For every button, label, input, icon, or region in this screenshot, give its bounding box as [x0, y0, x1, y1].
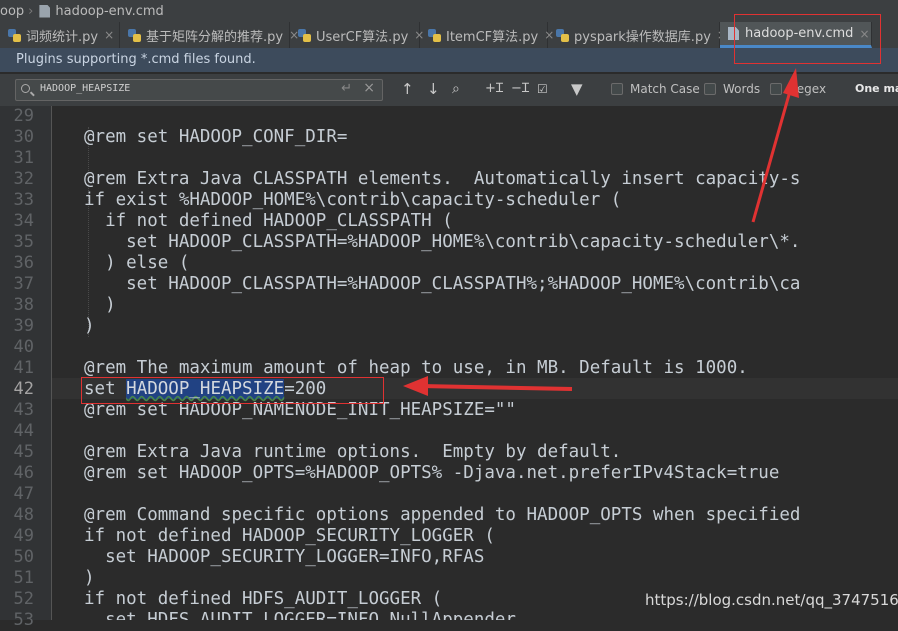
code-editor[interactable]: @rem set HADOOP_CONF_DIR= @rem Extra Java…: [52, 106, 898, 620]
find-all-icon[interactable]: ⌕: [452, 80, 460, 98]
breadcrumb-file[interactable]: hadoop-env.cmd: [55, 4, 163, 19]
breadcrumb-separator: ›: [28, 3, 34, 19]
line-number: 41: [13, 358, 34, 378]
watermark: https://blog.csdn.net/qq_37475168: [645, 591, 898, 609]
tab-label: 基于矩阵分解的推荐.py: [146, 29, 284, 45]
regex-label[interactable]: Regex: [789, 82, 826, 96]
code-line[interactable]: @rem Extra Java runtime options. Empty b…: [84, 442, 621, 463]
code-line[interactable]: if not defined HADOOP_SECURITY_LOGGER (: [84, 526, 495, 547]
line-number: 32: [13, 169, 34, 189]
line-number: 33: [13, 190, 34, 210]
tab-label: UserCF算法.py: [316, 29, 409, 45]
match-case-checkbox[interactable]: [611, 83, 623, 95]
line-number: 50: [13, 547, 34, 567]
line-number: 51: [13, 568, 34, 588]
line-number: 44: [13, 421, 34, 441]
line-number: 43: [13, 400, 34, 420]
clear-icon[interactable]: ×: [363, 80, 375, 96]
filter-icon[interactable]: ▼: [571, 80, 583, 98]
breadcrumb-root[interactable]: oop: [0, 4, 24, 19]
line-number: 40: [13, 337, 34, 357]
select-all-occurrences-icon[interactable]: ☑: [537, 80, 548, 98]
code-line[interactable]: ): [84, 295, 116, 316]
code-line[interactable]: set HDFS_AUDIT_LOGGER=INFO,NullAppender: [84, 610, 516, 620]
code-line[interactable]: @rem The maximum amount of heap to use, …: [84, 358, 748, 379]
code-line[interactable]: set HADOOP_CLASSPATH=%HADOOP_CLASSPATH%;…: [84, 274, 800, 295]
tab-label: pyspark操作数据库.py: [574, 29, 711, 45]
code-line[interactable]: @rem set HADOOP_CONF_DIR=: [84, 127, 347, 148]
previous-occurrence-icon[interactable]: ↑: [401, 80, 414, 98]
python-file-icon: [128, 28, 141, 42]
code-line[interactable]: ): [84, 316, 95, 337]
line-number: 46: [13, 463, 34, 483]
python-file-icon: [8, 28, 21, 42]
enter-icon: ↵: [341, 81, 352, 96]
line-number: 47: [13, 484, 34, 504]
line-number: 52: [13, 589, 34, 609]
code-line[interactable]: ): [84, 568, 95, 589]
annotation-box-heapsize-line: [81, 377, 384, 404]
line-number: 30: [13, 127, 34, 147]
search-query[interactable]: HADOOP_HEAPSIZE: [40, 83, 130, 94]
line-number-gutter: 29 30 31 32 33 34 35 36 37 38 39 40 41 42 43 44 45 46 47 48…: [0, 106, 52, 630]
code-line[interactable]: if not defined HDFS_AUDIT_LOGGER (: [84, 589, 442, 610]
tab-label: ItemCF算法.py: [446, 29, 539, 45]
words-label[interactable]: Words: [723, 82, 760, 96]
tab-python-file-2[interactable]: 基于矩阵分解的推荐.py ×: [120, 22, 299, 48]
close-icon[interactable]: ×: [104, 28, 114, 42]
line-number: 53: [13, 610, 34, 630]
line-number: 42: [13, 379, 34, 399]
tab-python-file-5[interactable]: pyspark操作数据库.py×: [548, 22, 727, 48]
code-line[interactable]: @rem Extra Java CLASSPATH elements. Auto…: [84, 169, 800, 190]
tab-python-file-3[interactable]: UserCF算法.py ×: [290, 22, 424, 48]
file-icon: [39, 4, 51, 18]
regex-checkbox[interactable]: [770, 83, 782, 95]
search-input[interactable]: HADOOP_HEAPSIZE ↵ ×: [15, 79, 383, 101]
match-case-label[interactable]: Match Case: [630, 82, 700, 96]
line-number: 37: [13, 274, 34, 294]
line-number: 38: [13, 295, 34, 315]
tab-python-file-1[interactable]: 词频统计.py ×: [0, 22, 120, 48]
next-occurrence-icon[interactable]: ↓: [427, 80, 440, 98]
remove-occurrence-icon[interactable]: −Ɪ: [511, 80, 529, 98]
line-number: 49: [13, 526, 34, 546]
tab-python-file-4[interactable]: ItemCF算法.py ×: [420, 22, 554, 48]
find-bar: HADOOP_HEAPSIZE ↵ × ↑ ↓ ⌕ +Ɪ −Ɪ ☑ ▼ Matc…: [0, 74, 898, 107]
code-line[interactable]: if not defined HADOOP_CLASSPATH (: [84, 211, 453, 232]
match-count-status: One ma: [855, 82, 898, 95]
code-line[interactable]: @rem set HADOOP_OPTS=%HADOOP_OPTS% -Djav…: [84, 463, 779, 484]
line-number: 39: [13, 316, 34, 336]
words-checkbox[interactable]: [704, 83, 716, 95]
search-icon[interactable]: [21, 84, 30, 93]
line-number: 29: [13, 106, 34, 126]
python-file-icon: [556, 28, 569, 42]
line-number: 48: [13, 505, 34, 525]
code-line[interactable]: if exist %HADOOP_HOME%\contrib\capacity-…: [84, 190, 621, 211]
line-number: 34: [13, 211, 34, 231]
line-number: 31: [13, 148, 34, 168]
annotation-box-active-tab: [734, 14, 881, 64]
python-file-icon: [298, 28, 311, 42]
code-line[interactable]: ) else (: [84, 253, 189, 274]
code-line[interactable]: @rem Command specific options appended t…: [84, 505, 800, 526]
code-line[interactable]: set HADOOP_SECURITY_LOGGER=INFO,RFAS: [84, 547, 484, 568]
line-number: 45: [13, 442, 34, 462]
code-line[interactable]: set HADOOP_CLASSPATH=%HADOOP_HOME%\contr…: [84, 232, 800, 253]
add-occurrence-icon[interactable]: +Ɪ: [485, 80, 503, 98]
python-file-icon: [428, 28, 441, 42]
tab-label: 词频统计.py: [26, 29, 99, 45]
line-number: 36: [13, 253, 34, 273]
line-number: 35: [13, 232, 34, 252]
